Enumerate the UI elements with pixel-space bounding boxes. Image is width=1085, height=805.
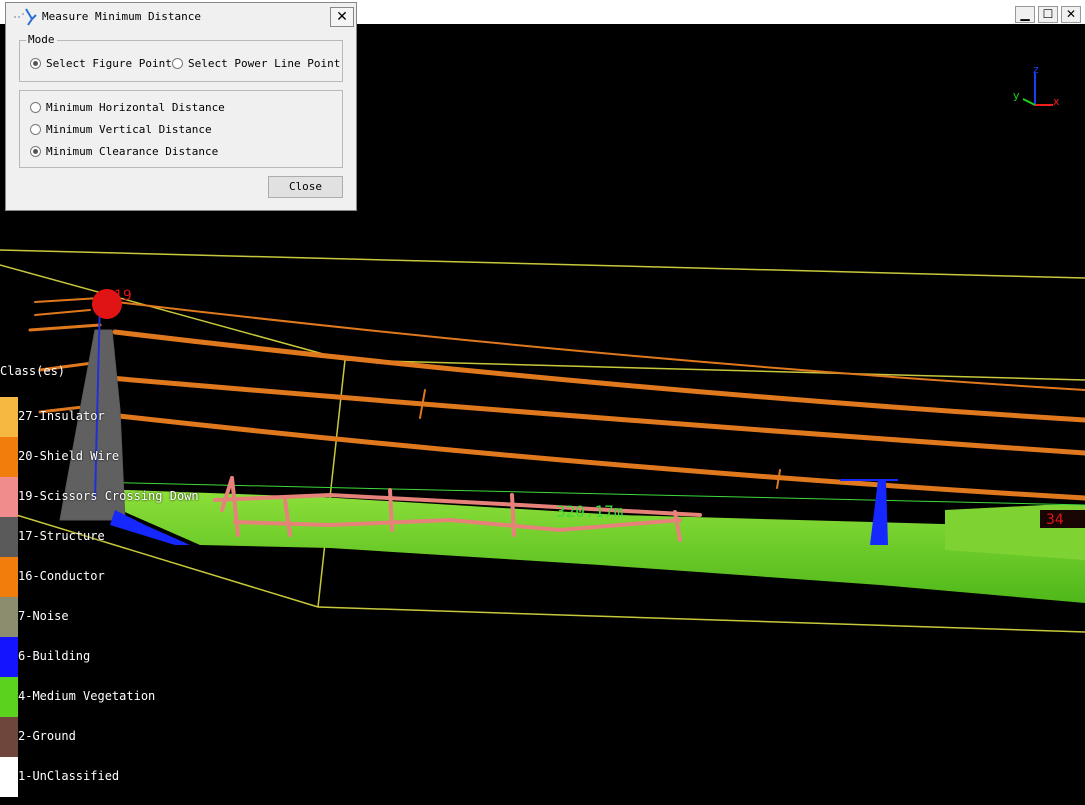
radio-icon[interactable] xyxy=(30,102,41,113)
legend-swatch xyxy=(0,437,18,477)
radio-icon[interactable] xyxy=(30,124,41,135)
legend-swatch xyxy=(0,637,18,677)
radio-icon[interactable] xyxy=(30,146,41,157)
radio-icon[interactable] xyxy=(172,58,183,69)
distance-label: 320.17m xyxy=(556,502,623,521)
measure-distance-dialog: Measure Minimum Distance ✕ Mode Select F… xyxy=(5,2,357,211)
option-min-vertical-distance[interactable]: Minimum Vertical Distance xyxy=(30,123,212,136)
dialog-title: Measure Minimum Distance xyxy=(42,10,201,23)
minimize-button[interactable]: ▁ xyxy=(1015,6,1035,23)
legend-item[interactable]: 19-Scissors Crossing Down xyxy=(0,477,300,517)
y-axis-label: y xyxy=(1013,89,1020,102)
blue-structure xyxy=(870,480,888,545)
legend-swatch xyxy=(0,477,18,517)
right-marker-label: 34 xyxy=(1046,512,1064,528)
option-min-clearance-distance[interactable]: Minimum Clearance Distance xyxy=(30,145,218,158)
legend-swatch xyxy=(0,517,18,557)
legend-item[interactable]: 20-Shield Wire xyxy=(0,437,300,477)
mode-option-figure-point[interactable]: Select Figure Point xyxy=(30,57,172,70)
window-close-button[interactable]: ✕ xyxy=(1061,6,1081,23)
legend-item[interactable]: 1-UnClassified xyxy=(0,757,300,797)
legend-swatch xyxy=(0,677,18,717)
radio-icon[interactable] xyxy=(30,58,41,69)
tower-marker-label: 19 xyxy=(114,288,132,304)
legend-item[interactable]: 16-Conductor xyxy=(0,557,300,597)
legend-item[interactable]: 17-Structure xyxy=(0,517,300,557)
legend-title: Class(es) xyxy=(0,364,66,378)
dialog-close-icon[interactable]: ✕ xyxy=(330,7,354,27)
legend-swatch xyxy=(0,757,18,797)
legend-item[interactable]: 4-Medium Vegetation xyxy=(0,677,300,717)
z-axis-label: z xyxy=(1033,65,1039,76)
mode-group-label: Mode xyxy=(26,33,57,46)
maximize-button[interactable]: ☐ xyxy=(1038,6,1058,23)
legend-swatch xyxy=(0,557,18,597)
legend-swatch xyxy=(0,597,18,637)
mode-option-power-line-point[interactable]: Select Power Line Point xyxy=(172,57,340,70)
app-icon xyxy=(14,8,37,26)
axis-gizmo: z x y xyxy=(1013,65,1060,108)
legend-item[interactable]: 27-Insulator xyxy=(0,397,300,437)
y-axis xyxy=(1022,98,1036,106)
legend-item[interactable]: 6-Building xyxy=(0,637,300,677)
mode-group: Mode Select Figure Point Select Power Li… xyxy=(19,33,343,82)
legend-swatch xyxy=(0,717,18,757)
legend-item[interactable]: 7-Noise xyxy=(0,597,300,637)
option-min-horizontal-distance[interactable]: Minimum Horizontal Distance xyxy=(30,101,225,114)
legend-item[interactable]: 2-Ground xyxy=(0,717,300,757)
close-button[interactable]: Close xyxy=(268,176,343,198)
distance-type-group: Minimum Horizontal Distance Minimum Vert… xyxy=(19,90,343,168)
legend-swatch xyxy=(0,397,18,437)
x-axis-label: x xyxy=(1053,95,1060,108)
